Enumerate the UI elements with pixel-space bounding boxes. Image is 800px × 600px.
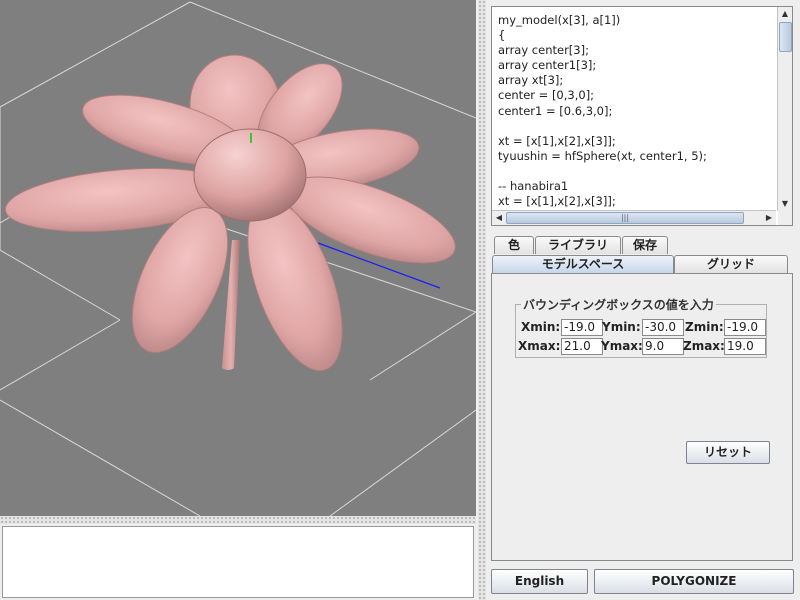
tab-grid[interactable]: グリッド: [674, 255, 788, 273]
scroll-right-arrow-icon[interactable]: ▶: [762, 211, 776, 225]
zmax-label: Zmax:: [683, 339, 725, 353]
tab-library[interactable]: ライブラリ: [535, 236, 621, 254]
reset-button[interactable]: リセット: [686, 441, 770, 464]
horizontal-splitter[interactable]: [0, 516, 476, 524]
scroll-down-arrow-icon[interactable]: ▼: [778, 197, 792, 211]
xmax-label: Xmax:: [518, 339, 561, 353]
model-space-panel: バウンディングボックスの値を入力 Xmin: -19.0 Ymin: -30.0…: [491, 273, 793, 561]
model-render: [0, 1, 476, 516]
zmin-label: Zmin:: [685, 320, 724, 334]
polygonize-button[interactable]: POLYGONIZE: [594, 569, 794, 594]
tab-save[interactable]: 保存: [622, 236, 668, 254]
ymin-label: Ymin:: [602, 320, 641, 334]
bounding-box-title: バウンディングボックスの値を入力: [521, 296, 716, 313]
ymax-field[interactable]: 9.0: [642, 338, 684, 355]
horizontal-scrollbar[interactable]: ◀ ||| ▶: [492, 210, 776, 225]
vertical-splitter[interactable]: [478, 0, 486, 600]
3d-viewport[interactable]: [0, 0, 476, 516]
xmin-field[interactable]: -19.0: [561, 319, 603, 336]
tab-model-space[interactable]: モデルスペース: [492, 255, 674, 273]
tab-color[interactable]: 色: [494, 236, 534, 254]
ymin-field[interactable]: -30.0: [642, 319, 684, 336]
flower-center: [193, 128, 307, 222]
horizontal-scroll-thumb[interactable]: |||: [506, 212, 744, 224]
ymax-label: Ymax:: [601, 339, 643, 353]
vertical-scrollbar[interactable]: ▲ ▼: [777, 7, 792, 211]
scroll-left-arrow-icon[interactable]: ◀: [492, 211, 506, 225]
zmin-field[interactable]: -19.0: [724, 319, 766, 336]
vertical-scroll-thumb[interactable]: [779, 22, 792, 52]
console-output[interactable]: [2, 526, 474, 598]
xmax-field[interactable]: 21.0: [561, 338, 603, 355]
code-text[interactable]: my_model(x[3], a[1]) { array center[3]; …: [498, 13, 774, 209]
zmax-field[interactable]: 19.0: [724, 338, 766, 355]
scroll-grip: |||: [620, 213, 630, 222]
xmin-label: Xmin:: [521, 320, 561, 334]
code-editor[interactable]: my_model(x[3], a[1]) { array center[3]; …: [491, 6, 793, 226]
bounding-box-group: バウンディングボックスの値を入力 Xmin: -19.0 Ymin: -30.0…: [515, 296, 767, 358]
english-button[interactable]: English: [491, 569, 588, 594]
scroll-corner: [778, 211, 792, 225]
scroll-up-arrow-icon[interactable]: ▲: [778, 7, 792, 21]
